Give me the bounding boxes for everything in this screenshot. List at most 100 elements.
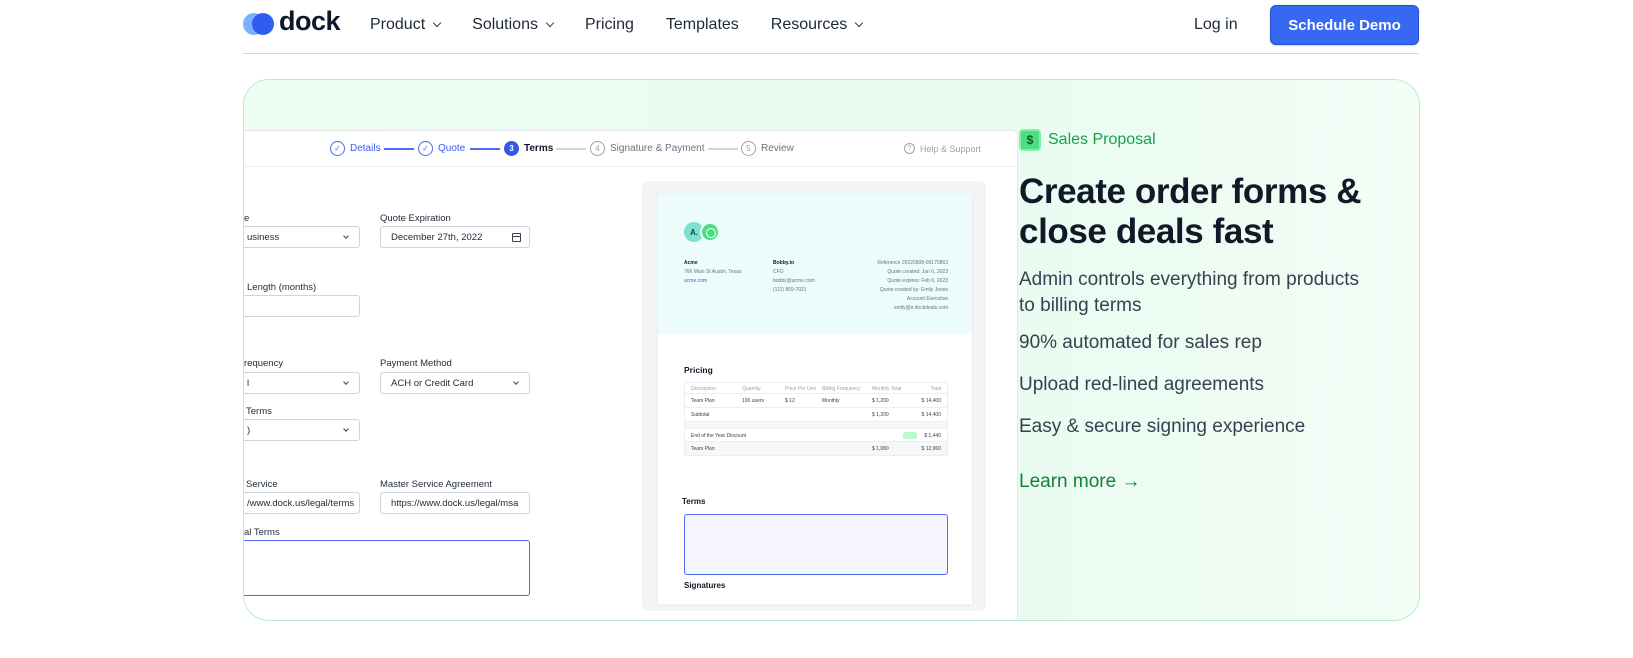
additional-terms-textarea[interactable] [244, 540, 530, 596]
contact-email: bobby@acme.com [773, 278, 815, 284]
contact-title: CFO [773, 269, 784, 275]
help-support-link[interactable]: ? Help & Support [904, 143, 981, 154]
calendar-icon [512, 233, 521, 242]
product-screenshot: ✓ Details ✓ Quote 3 Terms 4 Signature & Paym… [244, 130, 1018, 620]
terms-label: Terms [246, 406, 272, 417]
quote-created: Quote created: Jan 6, 2023 [887, 269, 948, 275]
nav-item-product[interactable]: Product [370, 16, 442, 34]
payment-method-select[interactable]: ACH or Credit Card [380, 372, 530, 394]
frequency-select[interactable]: l [244, 372, 360, 394]
service-url-input[interactable]: /www.dock.us/legal/terms [244, 492, 360, 514]
quote-reference: Reference 20220908-09170863 [877, 260, 948, 266]
question-icon: ? [904, 143, 915, 154]
select-value: ) [247, 424, 251, 436]
cell-price: $ 12 [785, 398, 795, 404]
schedule-demo-button[interactable]: Schedule Demo [1270, 5, 1419, 45]
feature-bullet: Admin controls everything from products … [1019, 269, 1360, 316]
table-row: End of the Year Discount $ 1,440 [684, 428, 948, 442]
terms-select[interactable]: ) [244, 419, 360, 441]
select-value: ACH or Credit Card [391, 377, 474, 389]
step-connector [384, 148, 414, 150]
quote-expiration-input[interactable]: December 27th, 2022 [380, 226, 530, 248]
feature-bullet: Easy & secure signing experience [1019, 416, 1306, 437]
additional-terms-label: al Terms [244, 527, 280, 538]
nav-item-label: Pricing [584, 16, 634, 33]
step-label: Quote [438, 143, 466, 154]
contact-name: Bobby.io [773, 260, 795, 266]
login-link[interactable]: Log in [1194, 16, 1238, 34]
rep-email: emily@ir.dockdeals.com [894, 305, 948, 311]
pricing-heading: Pricing [684, 365, 713, 375]
step-quote: ✓ Quote [418, 141, 465, 156]
chevron-down-icon [432, 18, 442, 28]
nav-item-solutions[interactable]: Solutions [472, 16, 555, 34]
table-row: Team Plan 100 users $ 12 Monthly $ 1,200… [684, 394, 948, 408]
dock-logo-icon [243, 10, 275, 36]
dock-logo[interactable]: dock [243, 5, 341, 36]
top-nav: dock Product Solutions Pricing Templates… [243, 0, 1419, 54]
step-terms: 3 Terms [504, 141, 553, 156]
discount-tag [903, 432, 917, 439]
payment-method-label: Payment Method [380, 358, 452, 369]
cell-total: $ 1,440 [924, 433, 941, 439]
step-review: 5 Review [741, 141, 794, 156]
business-select[interactable]: usiness [244, 226, 360, 248]
msa-url-input[interactable]: https://www.dock.us/legal/msa [380, 492, 530, 514]
order-form-document: A. Acme 766 Main St Austin, Texas acme.c… [658, 194, 972, 604]
cell-description: Subtotal [691, 412, 710, 418]
nav-item-label: Resources [770, 16, 848, 33]
date-value: December 27th, 2022 [391, 231, 483, 243]
cell-quantity: 100 users [742, 398, 764, 404]
column-header: Quantity [742, 386, 761, 392]
step-label: Signature & Payment [610, 143, 705, 154]
quote-expiration-label: Quote Expiration [380, 213, 451, 224]
chevron-down-icon [855, 18, 864, 28]
length-input[interactable] [244, 295, 360, 317]
column-header: Price Per Unit [785, 386, 816, 392]
chevron-down-icon [343, 233, 349, 239]
step-connector [556, 148, 586, 150]
nav-menu: Product Solutions Pricing Templates Reso… [370, 16, 894, 34]
feature-headline: Create order forms & close deals fast [1019, 172, 1362, 251]
nav-item-pricing[interactable]: Pricing [585, 16, 634, 34]
input-value: https://www.dock.us/legal/msa [391, 497, 519, 509]
contact-phone: (111) 869-7021 [773, 287, 807, 293]
terms-heading: Terms [682, 497, 706, 506]
table-row: Subtotal $ 1,200 $ 14,400 [684, 408, 948, 422]
cell-monthly: $ 1,200 [872, 398, 889, 404]
column-header: Total [930, 386, 941, 392]
cell-frequency: Monthly [822, 398, 840, 404]
chevron-down-icon [545, 18, 555, 28]
chevron-down-icon [343, 379, 349, 385]
step-details: ✓ Details [330, 141, 381, 156]
feature-bullet: Upload red-lined agreements [1019, 374, 1265, 395]
learn-more-link[interactable]: Learn more → [1019, 471, 1140, 493]
dollar-icon: $ [1019, 129, 1041, 151]
frequency-label: requency [244, 358, 284, 369]
column-header: Description [691, 386, 717, 392]
stepper: ✓ Details ✓ Quote 3 Terms 4 Signature & Paym… [244, 131, 1017, 167]
pricing-table: Description Quantity Price Per Unit Bill… [684, 382, 948, 456]
select-value: l [247, 377, 250, 389]
cell-description: Team Plan [691, 398, 715, 404]
msa-label: Master Service Agreement [380, 479, 492, 490]
badge-label: Sales Proposal [1048, 131, 1156, 148]
nav-item-resources[interactable]: Resources [770, 16, 864, 34]
logo-text: dock [279, 5, 341, 36]
terms-box[interactable] [684, 514, 948, 575]
table-header: Description Quantity Price Per Unit Bill… [684, 382, 948, 394]
column-header: Monthly Total [872, 386, 902, 392]
sales-proposal-badge: $ Sales Proposal [1019, 129, 1156, 151]
company-name: Acme [684, 260, 698, 266]
nav-item-label: Solutions [472, 16, 538, 33]
company-logo-icon [700, 222, 720, 242]
nav-item-templates[interactable]: Templates [666, 16, 739, 34]
nav-item-label: Product [370, 16, 426, 33]
cell-description: Team Plan [691, 446, 715, 452]
check-icon: ✓ [330, 141, 345, 156]
length-label: Length (months) [247, 282, 317, 293]
table-row: Team Plan $ 1,080 $ 12,960 [684, 442, 948, 456]
feature-bullet: 90% automated for sales rep [1019, 332, 1262, 353]
step-number: 4 [590, 141, 605, 156]
step-label: Review [761, 143, 794, 154]
